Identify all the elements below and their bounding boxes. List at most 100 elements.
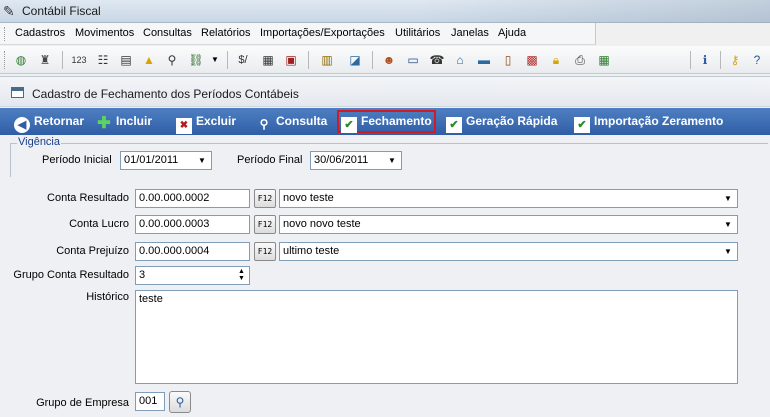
menu-janelas[interactable]: Janelas	[451, 27, 489, 39]
chevron-down-icon[interactable]: ▼	[385, 153, 399, 168]
spinner-arrows-icon[interactable]: ▲ ▼	[235, 268, 248, 283]
geracao-rapida-label: Geração Rápida	[466, 114, 558, 128]
window-icon	[11, 87, 24, 98]
conta-prejuizo-desc: ultimo teste	[283, 245, 340, 257]
toolbar-separator	[372, 51, 373, 69]
vigencia-legend: Vigência	[17, 136, 61, 148]
books-icon[interactable]: ▥	[318, 51, 336, 69]
people-icon[interactable]: ☻	[380, 51, 398, 69]
historico-textarea[interactable]: teste	[135, 290, 738, 384]
spreadsheet-icon[interactable]: ▦	[595, 51, 613, 69]
numbers-icon[interactable]: 123	[70, 51, 88, 69]
excluir-button[interactable]: ✖ Excluir	[176, 111, 236, 134]
consulta-button[interactable]: ⚲ Consulta	[256, 111, 328, 132]
conta-resultado-code: 0.00.000.0002	[139, 192, 210, 204]
chevron-down-icon[interactable]: ▼	[195, 153, 209, 168]
chart-icon[interactable]: ◪	[346, 51, 364, 69]
title-bar: ✎ Contábil Fiscal	[0, 0, 770, 23]
window-title: Contábil Fiscal	[22, 4, 101, 18]
conta-prejuizo-code: 0.00.000.0004	[139, 245, 210, 257]
periodo-inicial-value: 01/01/2011	[124, 154, 179, 166]
toolbar-separator	[227, 51, 228, 69]
users-icon[interactable]: ♜	[36, 51, 54, 69]
phone-icon[interactable]: ☎	[428, 51, 446, 69]
checklist-icon: ✔	[341, 117, 357, 133]
geracao-rapida-button[interactable]: ✔ Geração Rápida	[446, 111, 558, 133]
calculator-icon[interactable]: ▩	[523, 51, 541, 69]
plus-icon: ✚	[97, 115, 111, 132]
menu-utilitarios[interactable]: Utilitários	[395, 27, 440, 39]
conta-resultado-select[interactable]: novo teste ▼	[279, 189, 738, 208]
conta-lucro-desc: novo novo teste	[283, 218, 361, 230]
lock-icon[interactable]: 🔒︎	[547, 51, 565, 69]
tree-icon[interactable]: ⚲	[163, 51, 181, 69]
historico-value: teste	[139, 293, 163, 305]
search-icon: ⚲	[259, 117, 269, 131]
menu-movimentos[interactable]: Movimentos	[75, 27, 134, 39]
calendar-icon[interactable]: ▯	[499, 51, 517, 69]
grupo-empresa-label: Grupo de Empresa	[36, 397, 129, 409]
table-icon[interactable]: ▦	[259, 51, 277, 69]
grupo-conta-resultado-label: Grupo Conta Resultado	[13, 269, 129, 281]
periodo-final-value: 30/06/2011	[314, 154, 369, 166]
menu-cadastros[interactable]: Cadastros	[15, 27, 65, 39]
f12-button[interactable]: F12	[254, 242, 276, 261]
importacao-zeramento-button[interactable]: ✔ Importação Zeramento	[574, 111, 723, 133]
toolbar-separator	[720, 51, 721, 69]
menu-relatorios[interactable]: Relatórios	[201, 27, 251, 39]
conta-lucro-select[interactable]: novo novo teste ▼	[279, 215, 738, 234]
incluir-button[interactable]: ✚ Incluir	[96, 111, 152, 132]
chevron-down-icon[interactable]: ▼	[206, 51, 224, 69]
conta-resultado-label: Conta Resultado	[47, 192, 129, 204]
menu-grip	[4, 27, 7, 41]
network-icon[interactable]: ⛓	[187, 51, 205, 69]
f12-button[interactable]: F12	[254, 189, 276, 208]
toolbar-separator	[62, 51, 63, 69]
menu-importacoes-exportacoes[interactable]: Importações/Exportações	[260, 27, 385, 39]
form-title: Cadastro de Fechamento dos Períodos Cont…	[32, 87, 299, 101]
menu-bar: Cadastros Movimentos Consultas Relatório…	[0, 23, 596, 45]
retornar-button[interactable]: ◀ Retornar	[14, 111, 84, 133]
info-icon[interactable]: ℹ	[696, 51, 714, 69]
help-icon[interactable]: ?	[748, 51, 766, 69]
printer-icon[interactable]: ⎙	[571, 51, 589, 69]
conta-prejuizo-code-input[interactable]: 0.00.000.0004	[135, 242, 250, 261]
f12-button[interactable]: F12	[254, 215, 276, 234]
search-button[interactable]: ⚲	[169, 391, 191, 413]
periodo-inicial-select[interactable]: 01/01/2011 ▼	[120, 151, 212, 170]
historico-label: Histórico	[86, 291, 129, 303]
grupo-empresa-input[interactable]: 001	[135, 392, 165, 411]
card-icon[interactable]: ▬	[475, 51, 493, 69]
fechamento-button[interactable]: ✔ Fechamento	[337, 110, 436, 133]
chevron-down-icon[interactable]: ▼	[721, 191, 735, 206]
checklist-icon: ✔	[446, 117, 462, 133]
grupo-conta-resultado-stepper[interactable]: 3 ▲ ▼	[135, 266, 250, 285]
notebook-icon[interactable]: ▭	[404, 51, 422, 69]
conta-prejuizo-select[interactable]: ultimo teste ▼	[279, 242, 738, 261]
list-icon[interactable]: ☷	[94, 51, 112, 69]
checklist-icon: ✔	[574, 117, 590, 133]
document-icon[interactable]: ▤	[117, 51, 135, 69]
menu-consultas[interactable]: Consultas	[143, 27, 192, 39]
chevron-down-icon[interactable]: ▼	[721, 217, 735, 232]
menu-ajuda[interactable]: Ajuda	[498, 27, 526, 39]
currency-icon[interactable]: $/	[234, 51, 252, 69]
building-icon[interactable]: ⌂	[451, 51, 469, 69]
form-header: Cadastro de Fechamento dos Períodos Cont…	[0, 77, 770, 107]
action-bar: ◀ Retornar ✚ Incluir ✖ Excluir ⚲ Consulta ✔ F…	[0, 108, 770, 135]
conta-resultado-code-input[interactable]: 0.00.000.0002	[135, 189, 250, 208]
report-icon[interactable]: ▣	[282, 51, 300, 69]
key-icon[interactable]: ⚷	[726, 51, 744, 69]
globe-icon[interactable]: ◍	[12, 51, 30, 69]
app-icon: ✎	[3, 3, 15, 19]
toolbar: ◍ ♜ 123 ☷ ▤ ▲ ⚲ ⛓ ▼ $/ ▦ ▣ ▥ ◪ ☻ ▭ ☎ ⌂ ▬…	[0, 46, 770, 74]
sort-icon[interactable]: ▲	[140, 51, 158, 69]
conta-lucro-code-input[interactable]: 0.00.000.0003	[135, 215, 250, 234]
incluir-label: Incluir	[116, 114, 153, 128]
conta-lucro-code: 0.00.000.0003	[139, 218, 210, 230]
grupo-empresa-value: 001	[139, 395, 158, 407]
periodo-final-select[interactable]: 30/06/2011 ▼	[310, 151, 402, 170]
chevron-down-icon[interactable]: ▼	[721, 244, 735, 259]
conta-prejuizo-label: Conta Prejuízo	[56, 245, 129, 257]
periodo-final-label: Período Final	[237, 154, 303, 166]
